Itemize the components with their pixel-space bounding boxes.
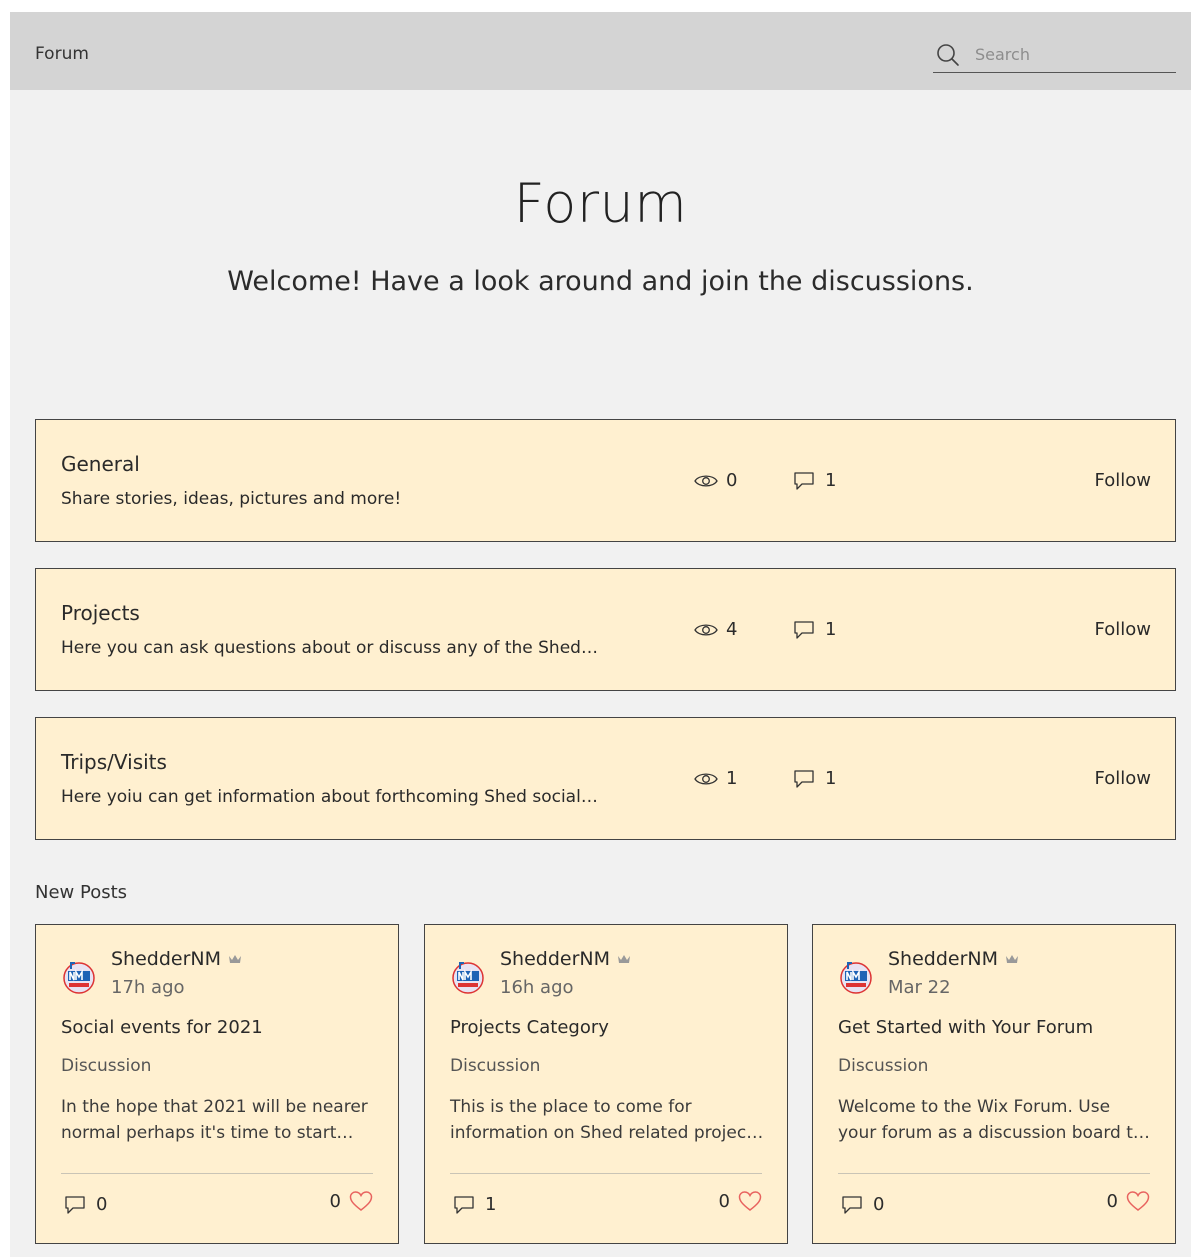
- nm-logo-avatar[interactable]: [449, 957, 487, 995]
- heart-icon[interactable]: [349, 1191, 373, 1212]
- category-name[interactable]: Projects: [61, 601, 140, 625]
- post-category[interactable]: Discussion: [61, 1056, 151, 1076]
- post-comments-count[interactable]: 0: [841, 1194, 884, 1215]
- comments-value: 1: [485, 1194, 497, 1215]
- category-name[interactable]: General: [61, 452, 140, 476]
- eye-icon: [694, 772, 718, 785]
- post-author[interactable]: ShedderNM: [888, 948, 1019, 970]
- forum-home-link[interactable]: Forum: [35, 44, 89, 64]
- category-description: Share stories, ideas, pictures and more!: [61, 489, 402, 509]
- author-name[interactable]: ShedderNM: [111, 948, 221, 970]
- comment-icon: [794, 620, 814, 639]
- post-time: Mar 22: [888, 977, 951, 998]
- divider: [838, 1173, 1150, 1174]
- comment-icon: [794, 471, 814, 490]
- heart-icon[interactable]: [738, 1191, 762, 1212]
- post-comments-count[interactable]: 0: [64, 1194, 107, 1215]
- views-value: 0: [726, 470, 738, 491]
- eye-icon: [694, 474, 718, 487]
- top-bar: Forum: [10, 12, 1191, 90]
- post-category[interactable]: Discussion: [838, 1056, 928, 1076]
- post-likes[interactable]: 0: [1107, 1191, 1150, 1212]
- category-card-projects[interactable]: Projects Here you can ask questions abou…: [35, 568, 1176, 691]
- views-value: 1: [726, 768, 738, 789]
- views-count: 0: [694, 470, 737, 491]
- comments-value: 1: [825, 619, 837, 640]
- comments-value: 1: [825, 470, 837, 491]
- divider: [450, 1173, 762, 1174]
- post-author[interactable]: ShedderNM: [111, 948, 242, 970]
- post-title[interactable]: Get Started with Your Forum: [838, 1017, 1093, 1038]
- follow-button[interactable]: Follow: [1095, 619, 1151, 640]
- post-likes[interactable]: 0: [719, 1191, 762, 1212]
- comments-count: 1: [793, 470, 836, 491]
- views-count: 1: [694, 768, 737, 789]
- category-description: Here you can ask questions about or disc…: [61, 638, 598, 658]
- category-card-trips-visits[interactable]: Trips/Visits Here yoiu can get informati…: [35, 717, 1176, 840]
- eye-icon: [694, 623, 718, 636]
- comments-value: 1: [825, 768, 837, 789]
- nm-logo-avatar[interactable]: [837, 957, 875, 995]
- post-excerpt: Welcome to the Wix Forum. Use your forum…: [838, 1097, 1150, 1143]
- category-description: Here yoiu can get information about fort…: [61, 787, 598, 807]
- crown-icon: [1006, 955, 1019, 963]
- post-category[interactable]: Discussion: [450, 1056, 540, 1076]
- likes-value: 0: [329, 1191, 341, 1212]
- post-author[interactable]: ShedderNM: [500, 948, 631, 970]
- post-card[interactable]: ShedderNM 16h ago Projects Category Disc…: [424, 924, 788, 1244]
- views-value: 4: [726, 619, 738, 640]
- likes-value: 0: [1106, 1191, 1118, 1212]
- category-name[interactable]: Trips/Visits: [61, 750, 167, 774]
- divider: [61, 1173, 373, 1174]
- post-excerpt: In the hope that 2021 will be nearer nor…: [61, 1097, 368, 1143]
- new-posts-heading: New Posts: [35, 882, 128, 903]
- post-title[interactable]: Social events for 2021: [61, 1017, 263, 1038]
- comments-count: 1: [793, 619, 836, 640]
- post-title[interactable]: Projects Category: [450, 1017, 609, 1038]
- follow-button[interactable]: Follow: [1095, 768, 1151, 789]
- comments-count: 1: [793, 768, 836, 789]
- category-card-general[interactable]: General Share stories, ideas, pictures a…: [35, 419, 1176, 542]
- search-input[interactable]: [973, 41, 1167, 67]
- nm-logo-avatar[interactable]: [60, 957, 98, 995]
- search-box[interactable]: [933, 40, 1176, 73]
- crown-icon: [229, 955, 242, 963]
- post-excerpt: This is the place to come for informatio…: [450, 1097, 764, 1143]
- likes-value: 0: [718, 1191, 730, 1212]
- post-card[interactable]: ShedderNM Mar 22 Get Started with Your F…: [812, 924, 1176, 1244]
- forum-page: Forum Forum Welcome! Have a look around …: [10, 12, 1191, 1257]
- search-icon[interactable]: [935, 42, 961, 68]
- post-time: 17h ago: [111, 977, 185, 998]
- comment-icon: [454, 1195, 474, 1214]
- crown-icon: [618, 955, 631, 963]
- post-time: 16h ago: [500, 977, 574, 998]
- comments-value: 0: [873, 1194, 885, 1215]
- heart-icon[interactable]: [1126, 1191, 1150, 1212]
- page-title: Forum: [513, 172, 688, 235]
- comment-icon: [842, 1195, 862, 1214]
- post-comments-count[interactable]: 1: [453, 1194, 496, 1215]
- comments-value: 0: [96, 1194, 108, 1215]
- author-name[interactable]: ShedderNM: [500, 948, 610, 970]
- author-name[interactable]: ShedderNM: [888, 948, 998, 970]
- page-subtitle: Welcome! Have a look around and join the…: [227, 266, 974, 297]
- comment-icon: [794, 769, 814, 788]
- comment-icon: [65, 1195, 85, 1214]
- post-card[interactable]: ShedderNM 17h ago Social events for 2021…: [35, 924, 399, 1244]
- follow-button[interactable]: Follow: [1095, 470, 1151, 491]
- views-count: 4: [694, 619, 737, 640]
- post-likes[interactable]: 0: [330, 1191, 373, 1212]
